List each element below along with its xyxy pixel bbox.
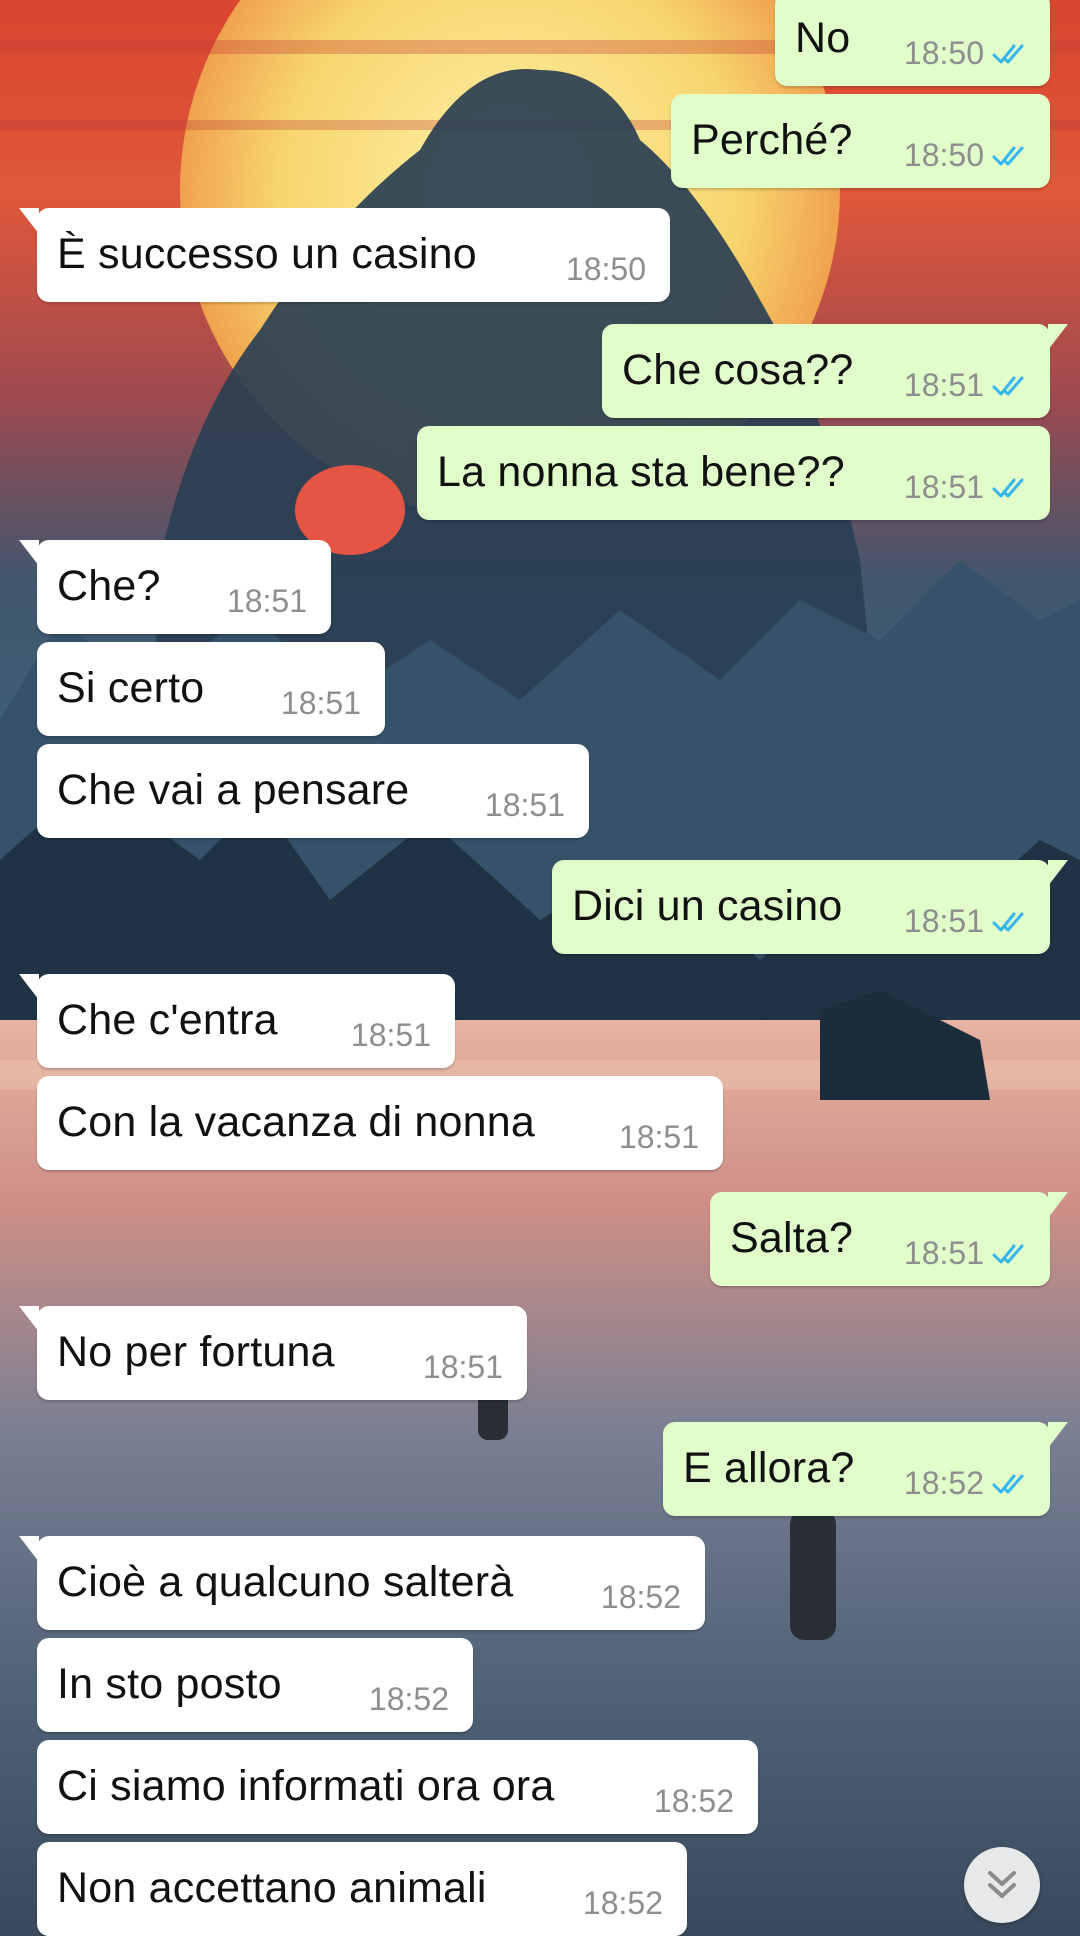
message-timestamp: 18:52 [368,1681,449,1717]
double-chevron-down-icon [988,1871,1016,1898]
message-timestamp: 18:50 [903,35,984,71]
read-receipt-icon [992,376,1024,396]
message-text: Cioè a qualcuno salterà [57,1558,514,1606]
message-text: Non accettano animali [57,1864,487,1912]
message-text: È successo un casino [57,230,477,278]
outgoing-message[interactable]: No 18:50 [775,0,1050,86]
incoming-message[interactable]: Che? 18:51 [19,540,331,634]
message-text: Che vai a pensare [57,766,410,814]
read-receipt-icon [992,1474,1024,1494]
message-text: Salta? [730,1214,854,1262]
message-timestamp: 18:51 [226,583,307,619]
message-text: Con la vacanza di nonna [57,1098,535,1146]
incoming-message[interactable]: In sto posto 18:52 [37,1638,473,1732]
incoming-message[interactable]: No per fortuna 18:51 [19,1306,527,1400]
incoming-message[interactable]: Che vai a pensare 18:51 [37,744,589,838]
message-timestamp: 18:51 [350,1017,431,1053]
incoming-message[interactable]: Si certo 18:51 [37,642,385,736]
message-timestamp: 18:52 [653,1783,734,1819]
outgoing-message[interactable]: La nonna sta bene?? 18:51 [417,426,1050,520]
incoming-message[interactable]: È successo un casino 18:50 [19,208,670,302]
read-receipt-icon [992,912,1024,932]
outgoing-message[interactable]: Che cosa?? 18:51 [602,324,1068,418]
message-text: No per fortuna [57,1328,335,1376]
incoming-message[interactable]: Che c'entra 18:51 [19,974,455,1068]
outgoing-message[interactable]: Salta? 18:51 [710,1192,1068,1286]
message-timestamp: 18:51 [484,787,565,823]
incoming-message[interactable]: Con la vacanza di nonna 18:51 [37,1076,723,1170]
message-text: La nonna sta bene?? [437,448,845,496]
read-receipt-icon [992,478,1024,498]
chat-messages[interactable]: No 18:50 Perché? 18:50 È successo un casino 1… [0,0,1080,1936]
message-timestamp: 18:51 [903,469,984,505]
message-timestamp: 18:50 [565,251,646,287]
incoming-message[interactable]: Cioè a qualcuno salterà 18:52 [19,1536,705,1630]
message-timestamp: 18:51 [903,367,984,403]
message-timestamp: 18:50 [903,137,984,173]
message-timestamp: 18:51 [422,1349,503,1385]
read-receipt-icon [992,44,1024,64]
incoming-message[interactable]: Non accettano animali 18:52 [37,1842,687,1936]
incoming-message[interactable]: Ci siamo informati ora ora 18:52 [37,1740,758,1834]
scroll-to-bottom-button[interactable] [964,1847,1040,1923]
message-text: Che c'entra [57,996,278,1044]
message-text: E allora? [683,1444,855,1492]
read-receipt-icon [992,146,1024,166]
message-timestamp: 18:51 [280,685,361,721]
read-receipt-icon [992,1244,1024,1264]
message-text: In sto posto [57,1660,282,1708]
outgoing-message[interactable]: E allora? 18:52 [663,1422,1068,1516]
message-timestamp: 18:51 [903,903,984,939]
message-text: Che cosa?? [622,346,854,394]
message-text: Dici un casino [572,882,843,930]
message-timestamp: 18:52 [600,1579,681,1615]
message-text: Perché? [691,116,853,164]
message-timestamp: 18:52 [582,1885,663,1921]
message-text: Che? [57,562,161,610]
message-timestamp: 18:51 [903,1235,984,1271]
outgoing-message[interactable]: Dici un casino 18:51 [552,860,1068,954]
message-timestamp: 18:51 [618,1119,699,1155]
message-text: Ci siamo informati ora ora [57,1762,555,1810]
message-text: No [795,14,851,62]
message-text: Si certo [57,664,205,712]
message-timestamp: 18:52 [903,1465,984,1501]
outgoing-message[interactable]: Perché? 18:50 [671,94,1050,188]
